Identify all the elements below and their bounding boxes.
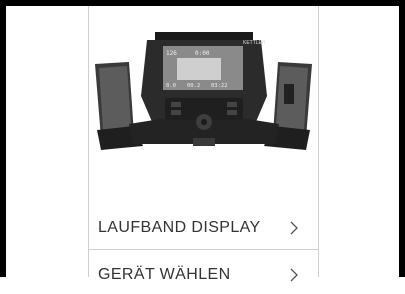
menu-item-geraet-waehlen[interactable]: GERÄT WÄHLEN <box>89 256 318 294</box>
display-bottom-3: 03:22 <box>211 83 228 89</box>
display-top-left: 126 <box>166 50 177 57</box>
menu-item-label: GERÄT WÄHLEN <box>98 266 231 283</box>
brand-logo: KETTLER <box>243 40 266 46</box>
display-bottom-2: 00.2 <box>187 83 200 89</box>
menu-item-label: LAUFBAND DISPLAY <box>98 219 261 236</box>
product-card: 126 0:00 0.0 00.2 03:22 KETTLER LAUFBAND… <box>89 6 318 283</box>
menu-item-laufband-display[interactable]: LAUFBAND DISPLAY <box>89 209 318 247</box>
column-divider-right <box>318 6 319 277</box>
menu-divider <box>89 249 318 250</box>
display-bottom-1: 0.0 <box>166 83 176 89</box>
display-top-mid: 0:00 <box>195 50 210 57</box>
treadmill-console-image: 126 0:00 0.0 00.2 03:22 KETTLER <box>95 32 312 150</box>
chevron-right-icon <box>290 221 298 235</box>
chevron-right-icon <box>290 268 298 282</box>
frame-left-border <box>0 0 6 277</box>
frame-right-border <box>399 0 405 277</box>
